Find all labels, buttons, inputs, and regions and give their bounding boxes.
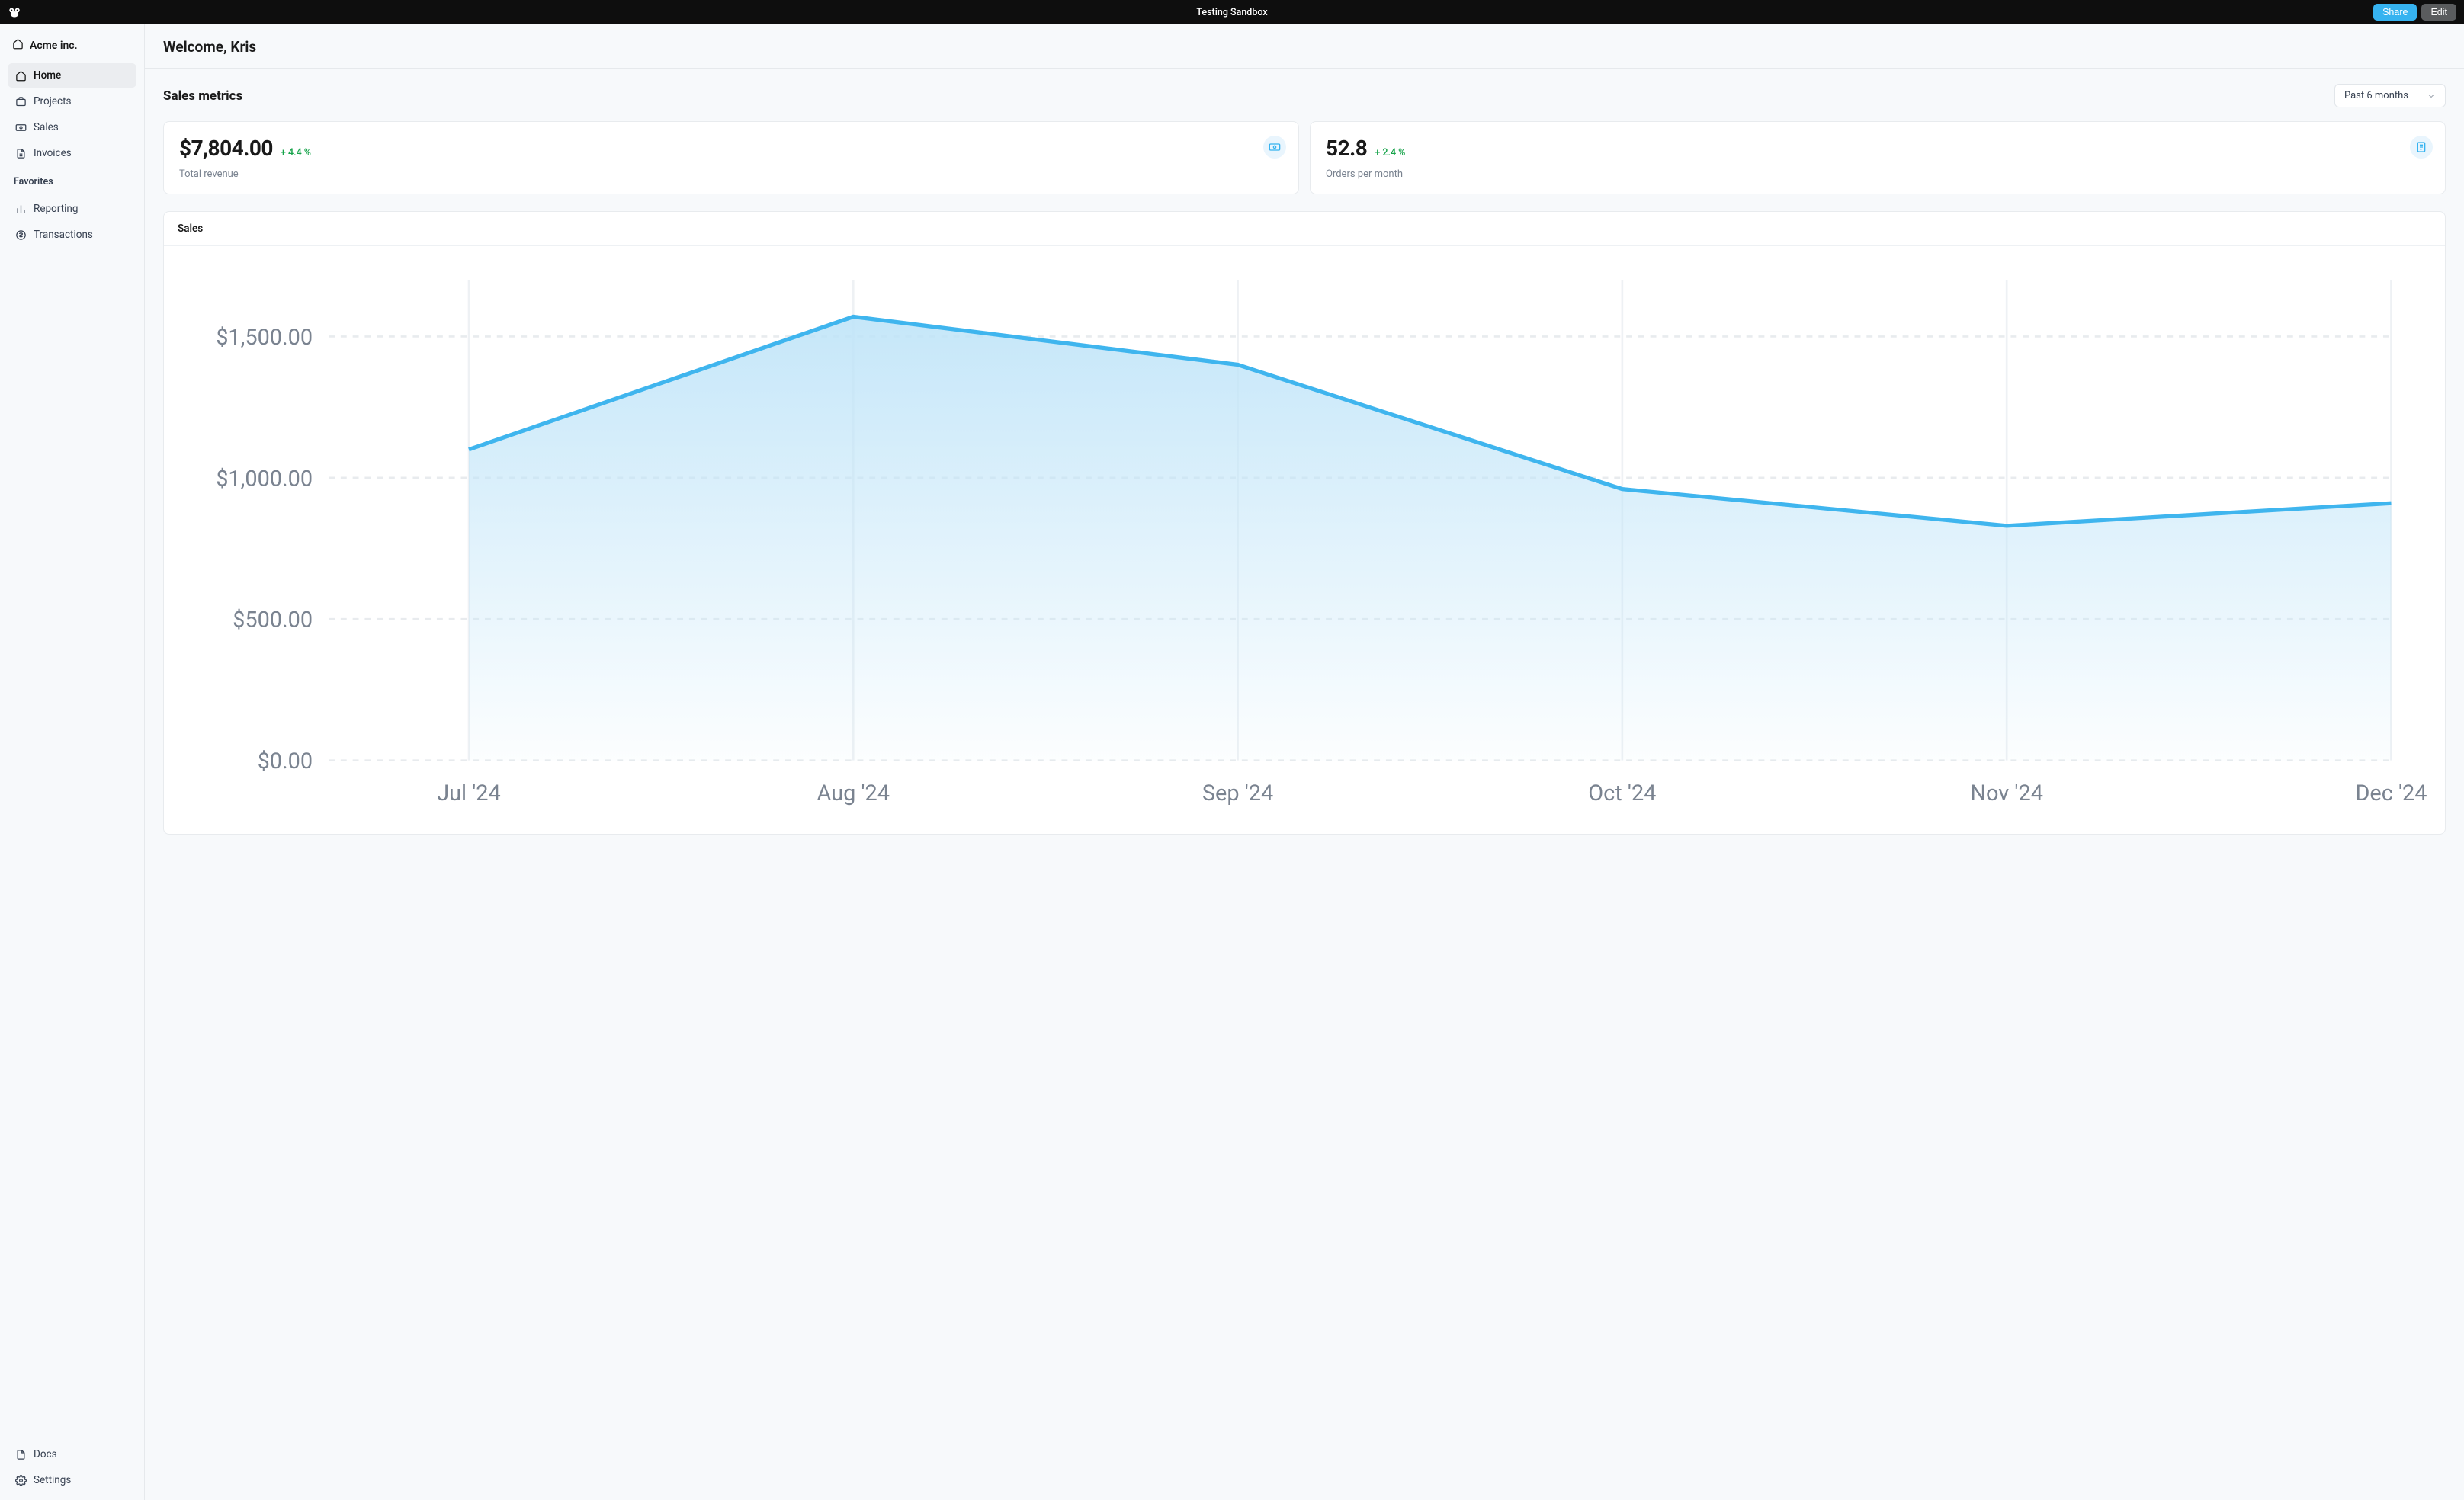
share-button[interactable]: Share — [2373, 4, 2417, 21]
chart-icon — [15, 204, 27, 215]
receipt-icon — [2410, 136, 2433, 159]
nav-label: Invoices — [34, 147, 72, 159]
metric-card-orders: 52.8 + 2.4 % Orders per month — [1310, 121, 2446, 194]
svg-text:Dec '24: Dec '24 — [2355, 780, 2427, 806]
nav-item-reporting[interactable]: Reporting — [8, 197, 136, 221]
svg-text:$1,500.00: $1,500.00 — [216, 325, 313, 351]
svg-text:Oct '24: Oct '24 — [1588, 780, 1656, 806]
topbar-title: Testing Sandbox — [1196, 7, 1267, 18]
org-switcher[interactable]: Acme inc. — [8, 32, 136, 59]
metric-label: Orders per month — [1326, 168, 2430, 180]
file-icon — [15, 148, 27, 159]
svg-text:Nov '24: Nov '24 — [1970, 780, 2043, 806]
cash-icon — [15, 122, 27, 133]
chart-title: Sales — [164, 212, 2445, 246]
section-title: Sales metrics — [163, 88, 242, 104]
favorites-heading: Favorites — [8, 165, 136, 192]
svg-text:Jul '24: Jul '24 — [437, 780, 501, 806]
svg-text:Aug '24: Aug '24 — [817, 780, 890, 806]
edit-button[interactable]: Edit — [2421, 4, 2456, 21]
metric-value: $7,804.00 — [179, 136, 273, 161]
nav-label: Reporting — [34, 203, 78, 215]
org-name: Acme inc. — [30, 40, 78, 52]
svg-text:$0.00: $0.00 — [258, 748, 313, 774]
sales-chart: $0.00 $500.00 $1,000.00 $1,500.00 Jul '24 Aug… — [168, 260, 2431, 820]
main-content: Welcome, Kris Sales metrics Past 6 month… — [145, 24, 2464, 1500]
metric-value: 52.8 — [1326, 136, 1367, 161]
metric-delta: + 2.4 % — [1375, 147, 1405, 159]
nav-item-docs[interactable]: Docs — [8, 1442, 136, 1466]
home-icon — [15, 70, 27, 82]
nav-label: Projects — [34, 95, 72, 107]
cash-icon — [1263, 136, 1286, 159]
sidebar: Acme inc. Home Projects Sales Invoices F… — [0, 24, 145, 1500]
home-icon — [12, 38, 24, 53]
favorites-nav: Reporting Transactions — [8, 197, 136, 247]
primary-nav: Home Projects Sales Invoices — [8, 63, 136, 165]
nav-item-sales[interactable]: Sales — [8, 115, 136, 139]
nav-item-settings[interactable]: Settings — [8, 1468, 136, 1492]
range-label: Past 6 months — [2344, 90, 2408, 101]
page-title: Welcome, Kris — [163, 38, 2446, 56]
nav-label: Settings — [34, 1474, 71, 1486]
doc-icon — [15, 1449, 27, 1460]
gear-icon — [15, 1475, 27, 1486]
metric-delta: + 4.4 % — [281, 147, 311, 159]
nav-item-transactions[interactable]: Transactions — [8, 223, 136, 247]
svg-text:Sep '24: Sep '24 — [1202, 780, 1273, 806]
nav-label: Transactions — [34, 229, 93, 241]
briefcase-icon — [15, 96, 27, 107]
nav-label: Docs — [34, 1448, 57, 1460]
chevron-down-icon — [2427, 91, 2436, 101]
nav-item-invoices[interactable]: Invoices — [8, 141, 136, 165]
topbar: Testing Sandbox Share Edit — [0, 0, 2464, 24]
svg-text:$1,000.00: $1,000.00 — [216, 466, 313, 492]
date-range-select[interactable]: Past 6 months — [2334, 84, 2446, 107]
metric-label: Total revenue — [179, 168, 1283, 180]
nav-item-home[interactable]: Home — [8, 63, 136, 88]
dollar-icon — [15, 229, 27, 241]
metric-card-revenue: $7,804.00 + 4.4 % Total revenue — [163, 121, 1299, 194]
nav-label: Sales — [34, 121, 59, 133]
sales-chart-card: Sales $0.00 $500.00 $1,000.00 $1,500.00 Jul … — [163, 211, 2446, 835]
app-logo-icon — [8, 7, 21, 18]
svg-text:$500.00: $500.00 — [233, 607, 313, 633]
nav-label: Home — [34, 69, 61, 82]
nav-item-projects[interactable]: Projects — [8, 89, 136, 114]
